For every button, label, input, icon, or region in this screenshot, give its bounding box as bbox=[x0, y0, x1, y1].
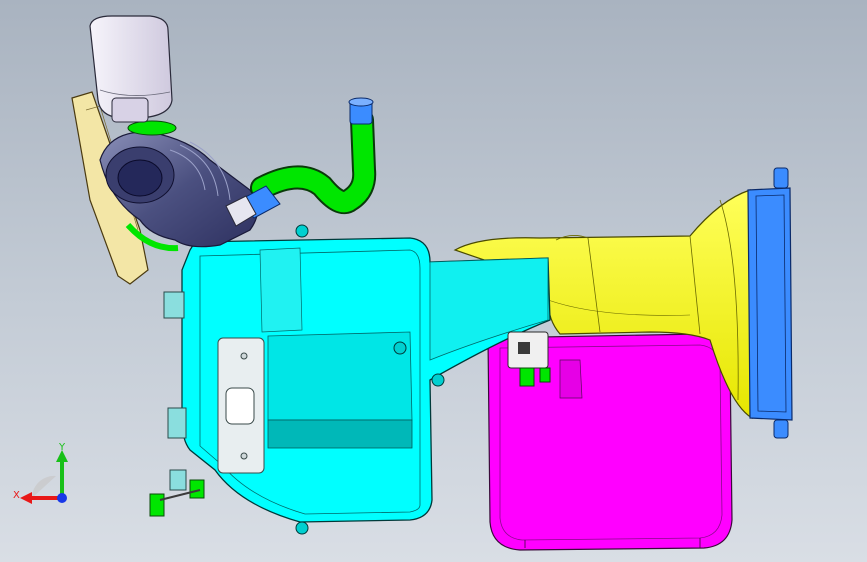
z-axis-dot bbox=[57, 493, 67, 503]
axis-triad: Y X bbox=[13, 442, 68, 504]
sensor-cap[interactable] bbox=[89, 15, 173, 123]
cad-viewport[interactable]: Y X bbox=[0, 0, 867, 562]
outlet-flange[interactable] bbox=[747, 167, 793, 439]
inlet-hose[interactable] bbox=[225, 97, 377, 227]
x-axis-label: X bbox=[13, 490, 20, 501]
y-axis-label: Y bbox=[58, 442, 66, 453]
intake-assembly-model[interactable] bbox=[0, 0, 867, 562]
